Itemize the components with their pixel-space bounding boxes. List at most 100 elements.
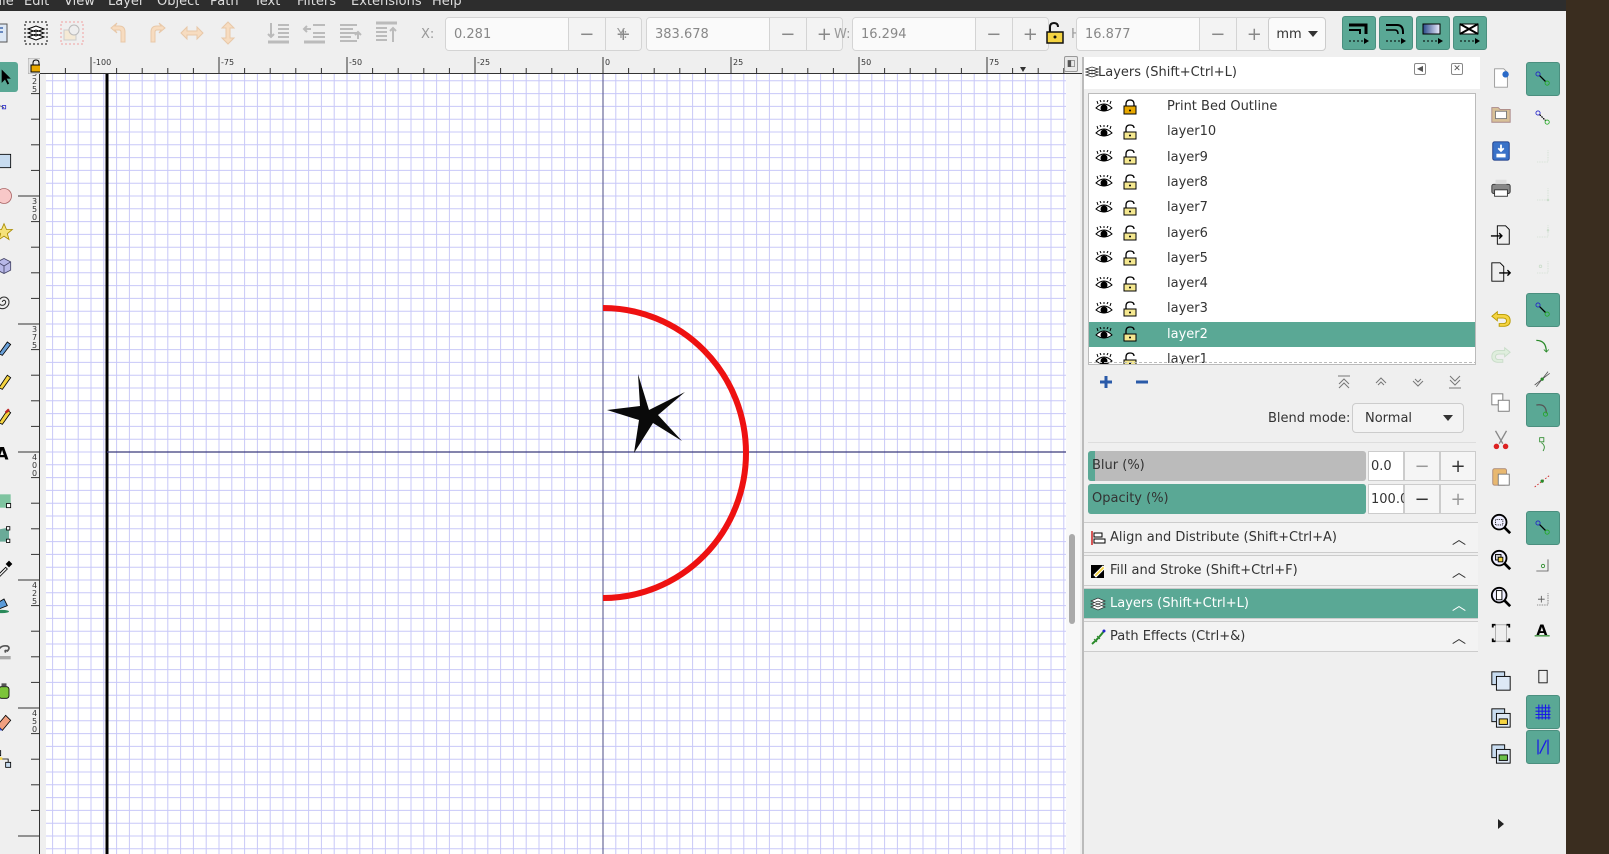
overflow-arrow-icon[interactable] [1498,819,1504,829]
menu-object[interactable]: Object [157,0,199,9]
layer-row[interactable]: layer2 [1089,321,1475,347]
layer-row[interactable]: layer6 [1089,221,1475,246]
layer-lower-button[interactable] [1406,370,1430,394]
scale-rounded-corners-toggle[interactable] [1379,16,1413,50]
snap-grid-icon[interactable] [1526,695,1560,729]
blur-increment-button[interactable]: + [1440,451,1476,481]
layer-row[interactable]: layer4 [1089,271,1475,296]
deselect-icon[interactable] [58,19,86,47]
layer-row[interactable]: layer5 [1089,246,1475,271]
paint-bucket-tool-icon[interactable] [0,592,16,616]
layer-name[interactable]: layer9 [1167,150,1208,165]
zoom-page-width-icon[interactable] [1488,620,1514,646]
select-all-in-all-layers-icon[interactable] [22,19,50,47]
import-icon[interactable] [1488,222,1514,248]
flip-vertical-icon[interactable] [214,19,242,47]
eraser-tool-icon[interactable] [0,710,16,734]
layer-to-top-button[interactable] [1332,370,1356,394]
spiral-tool-icon[interactable] [0,290,16,314]
lock-open-icon[interactable] [1123,250,1137,266]
dock-tab[interactable]: Path Effects (Ctrl+&) ︿ [1084,621,1478,652]
blur-slider[interactable]: Blur (%) [1088,451,1366,481]
lock-closed-icon[interactable] [1123,98,1137,115]
connector-tool-icon[interactable] [0,747,16,771]
flip-horizontal-icon[interactable] [178,19,206,47]
snap-line-midpoints-icon[interactable] [1526,465,1560,499]
visibility-eye-icon[interactable] [1095,276,1113,291]
rotate-ccw-icon[interactable] [106,19,134,47]
raise-to-top-icon[interactable] [372,19,400,47]
lock-proportions-icon[interactable] [1041,19,1069,47]
opacity-value[interactable]: 100.0 [1368,484,1408,514]
panel-iconify-button[interactable]: ◀ [1414,63,1426,75]
layer-name[interactable]: Print Bed Outline [1167,99,1277,114]
open-icon[interactable] [1488,101,1514,127]
opacity-slider[interactable]: Opacity (%) [1088,484,1366,514]
layer-name[interactable]: layer6 [1167,226,1208,241]
lock-group-icon[interactable] [1488,705,1514,731]
chevron-up-icon[interactable]: ︿ [1452,562,1466,582]
cut-icon[interactable] [1488,427,1514,453]
pen-tool-icon[interactable] [0,335,16,359]
visibility-eye-icon[interactable] [1095,99,1113,114]
ellipse-tool-icon[interactable] [0,184,16,208]
snap-text-baseline-icon[interactable]: A [1526,613,1560,647]
snap-bbox-midpoints-icon[interactable] [1526,215,1560,249]
lock-open-icon[interactable] [1123,124,1137,140]
visibility-eye-icon[interactable] [1095,301,1113,316]
lock-open-icon[interactable] [1123,200,1137,216]
spray-tool-icon[interactable] [0,678,16,702]
snap-page-border-icon[interactable] [1526,660,1560,694]
blur-decrement-button[interactable]: − [1404,451,1440,481]
raise-icon[interactable] [336,19,364,47]
select-all-icon[interactable] [0,19,14,47]
move-gradients-toggle[interactable] [1416,16,1450,50]
visibility-eye-icon[interactable] [1095,175,1113,189]
drawing-canvas[interactable] [46,74,1080,854]
duplicate-icon[interactable] [1488,390,1514,416]
lower-to-bottom-icon[interactable] [264,19,292,47]
vertical-ruler[interactable]: 325350375400425450 [18,74,40,854]
menu-file[interactable]: File [0,0,14,9]
unit-select[interactable]: mm [1268,17,1326,51]
layer-name[interactable]: layer8 [1167,175,1208,190]
dock-tab[interactable]: Fill and Stroke (Shift+Ctrl+F) ︿ [1084,555,1478,586]
rectangle-tool-icon[interactable] [0,149,16,173]
snap-guides-icon[interactable] [1526,730,1560,764]
layer-name[interactable]: layer4 [1167,276,1208,291]
layer-row[interactable]: layer10 [1089,119,1475,144]
y-input[interactable] [647,18,769,50]
visibility-eye-icon[interactable] [1095,149,1113,164]
zoom-page-icon[interactable] [1488,584,1514,610]
layer-row[interactable]: layer9 [1089,145,1475,170]
redo-icon[interactable] [1488,342,1514,368]
layer-name[interactable]: layer1 [1167,352,1208,364]
snap-bbox-icon[interactable] [1526,101,1560,135]
dropper-tool-icon[interactable] [0,557,16,581]
chevron-up-icon[interactable]: ︿ [1452,628,1466,648]
snap-nodes-icon[interactable] [1526,293,1560,327]
move-patterns-toggle[interactable] [1453,16,1487,50]
export-icon[interactable] [1488,259,1514,285]
calligraphy-tool-icon[interactable] [0,404,16,428]
star-tool-icon[interactable] [0,220,16,244]
lower-icon[interactable] [300,19,328,47]
w-input[interactable] [853,18,975,50]
lock-open-icon[interactable] [1123,225,1137,241]
layer-name[interactable]: layer3 [1167,301,1208,316]
layer-row[interactable]: layer8 [1089,170,1475,195]
layer-name[interactable]: layer10 [1167,124,1216,139]
scale-stroke-toggle[interactable] [1342,16,1376,50]
layer-row[interactable]: layer3 [1089,296,1475,321]
y-decrement-button[interactable]: − [769,18,806,50]
mesh-tool-icon[interactable] [0,523,16,547]
rotate-cw-icon[interactable] [142,19,170,47]
visibility-eye-icon[interactable] [1095,352,1113,364]
lock-open-icon[interactable] [1123,275,1137,292]
panel-close-button[interactable]: ✕ [1451,63,1463,75]
h-decrement-button[interactable]: − [1199,18,1236,50]
x-input[interactable] [446,18,568,50]
clone-icon[interactable] [1488,668,1514,694]
chevron-up-icon[interactable]: ︿ [1452,529,1466,549]
menu-text[interactable]: Text [254,0,280,9]
